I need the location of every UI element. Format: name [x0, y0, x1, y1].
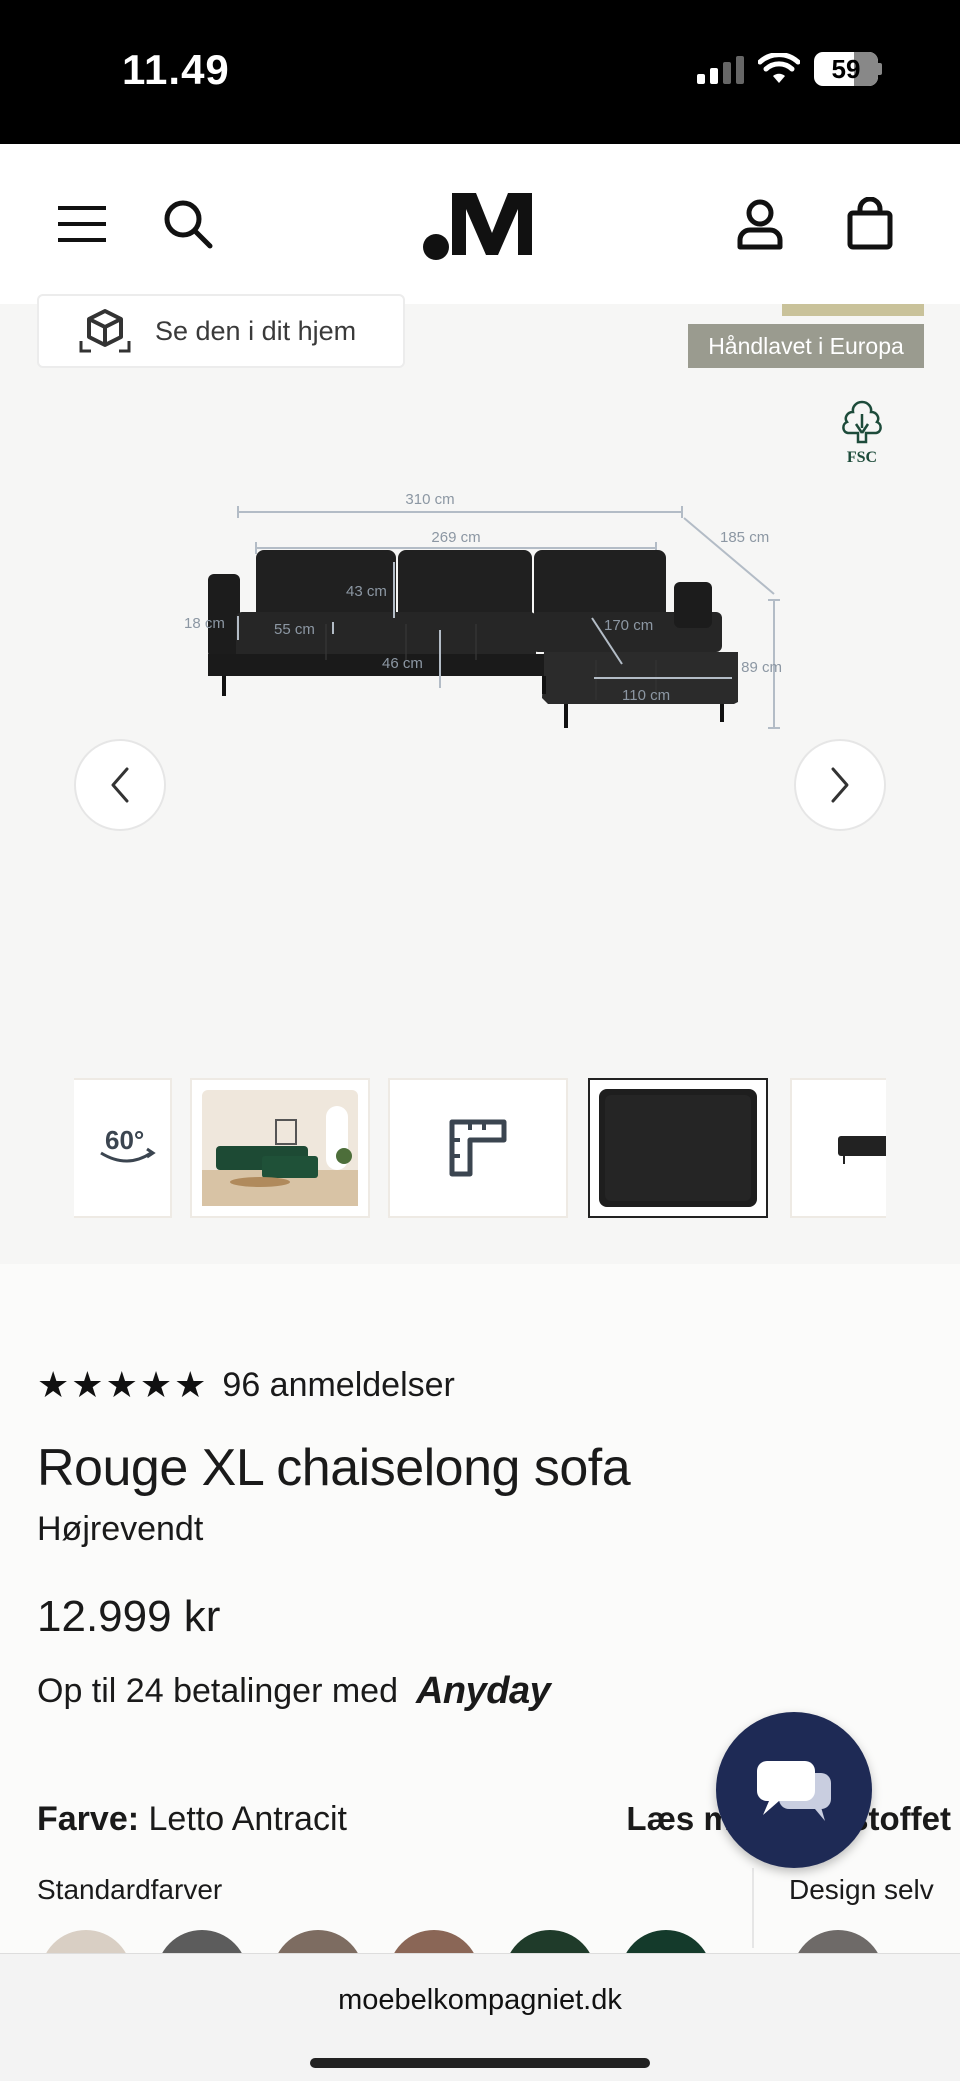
wifi-icon [758, 53, 800, 83]
ar-button-label: Se den i dit hjem [155, 315, 357, 346]
search-button[interactable] [148, 184, 228, 264]
home-indicator [310, 2058, 650, 2068]
anyday-logo: Anyday [415, 1670, 551, 1712]
star-icon: ★ [37, 1364, 70, 1405]
prev-image-button[interactable] [74, 739, 166, 831]
status-bar: 11.49 59 [0, 0, 960, 144]
fsc-label: FSC [846, 449, 878, 466]
user-icon [737, 199, 783, 250]
browser-address-bar: moebelkompagniet.dk [0, 1953, 960, 2081]
dim-seat-depth: 55 cm [274, 621, 315, 638]
cellular-signal-icon [697, 54, 744, 84]
dim-chaise-width: 110 cm [622, 687, 670, 704]
star-icon: ★ [71, 1364, 104, 1405]
thumbnail-strip: 60° [74, 1078, 886, 1220]
product-title: Rouge XL chaiselong sofa [37, 1439, 631, 1497]
product-price: 12.999 kr [37, 1592, 221, 1641]
product-info: ★ ★ ★ ★ ★ 96 anmeldelser Rouge XL chaise… [37, 1360, 951, 1839]
design-yourself-label: Design selv [789, 1874, 934, 1905]
rating[interactable]: ★ ★ ★ ★ ★ 96 anmeldelser [37, 1360, 937, 1410]
account-button[interactable] [720, 184, 800, 264]
color-value: Letto Antracit [148, 1800, 347, 1838]
status-icons: 59 [697, 52, 882, 86]
payment-text: Op til 24 betalinger med [37, 1672, 398, 1710]
status-time: 11.49 [122, 46, 230, 93]
hamburger-icon [58, 206, 106, 242]
dim-height: 89 cm [741, 659, 782, 676]
thumb-side-view[interactable] [790, 1078, 886, 1218]
dim-depth: 185 cm [720, 529, 769, 546]
chat-bubbles-icon [757, 1761, 831, 1821]
handmade-badge: Håndlavet i Europa [688, 324, 924, 368]
brand-logo [423, 193, 532, 260]
star-icon: ★ [174, 1364, 207, 1405]
shopping-bag-icon [847, 197, 893, 250]
chat-button[interactable] [716, 1712, 872, 1868]
menu-button[interactable] [42, 184, 122, 264]
svg-text:60°: 60° [105, 1125, 144, 1155]
chevron-right-icon [831, 767, 849, 803]
color-label: Farve: Letto Antracit [37, 1800, 347, 1838]
fabric-swatch-photo [599, 1089, 757, 1207]
dim-back-cushion: 43 cm [346, 583, 387, 600]
battery-icon: 59 [814, 52, 878, 86]
ruler-icon [449, 1119, 507, 1177]
thumb-living-room[interactable] [190, 1078, 370, 1218]
url-text[interactable]: moebelkompagniet.dk [0, 1984, 960, 2017]
tree-icon [842, 400, 882, 444]
star-icon: ★ [105, 1364, 138, 1405]
divider [752, 1868, 754, 1948]
review-count: 96 anmeldelser [222, 1365, 455, 1404]
chevron-left-icon [111, 767, 129, 803]
thumb-measurements[interactable] [388, 1078, 568, 1218]
dim-back-width: 269 cm [431, 529, 480, 546]
search-icon [164, 200, 213, 249]
product-variant: Højrevendt [37, 1510, 204, 1548]
thumb-fabric[interactable] [588, 1078, 768, 1218]
thumb-360[interactable]: 60° [74, 1078, 172, 1218]
fsc-logo: FSC [834, 400, 890, 466]
cart-button[interactable] [830, 184, 910, 264]
rotate-360-icon: 60° [100, 1125, 156, 1163]
dim-total-width: 310 cm [405, 491, 454, 508]
payment-plan: Op til 24 betalinger med Anyday [37, 1670, 551, 1713]
logo-link[interactable] [420, 184, 540, 264]
standard-colors-label: Standardfarver [37, 1874, 223, 1905]
dim-armrest: 18 cm [184, 615, 225, 632]
dim-seat-height: 46 cm [382, 655, 423, 672]
battery-level: 59 [831, 53, 861, 84]
site-header [0, 144, 960, 304]
next-image-button[interactable] [794, 739, 886, 831]
sofa-side-photo [838, 1136, 886, 1164]
star-icon: ★ [139, 1364, 173, 1405]
dim-chaise-length: 170 cm [604, 617, 653, 634]
sofa-dimension-diagram: 310 cm 269 cm 185 cm 43 cm 18 cm 55 cm 4… [184, 491, 782, 729]
gold-badge [782, 304, 924, 316]
ar-view-button[interactable]: Se den i dit hjem [37, 294, 405, 368]
living-room-photo [202, 1090, 358, 1206]
ar-cube-icon [79, 309, 131, 353]
